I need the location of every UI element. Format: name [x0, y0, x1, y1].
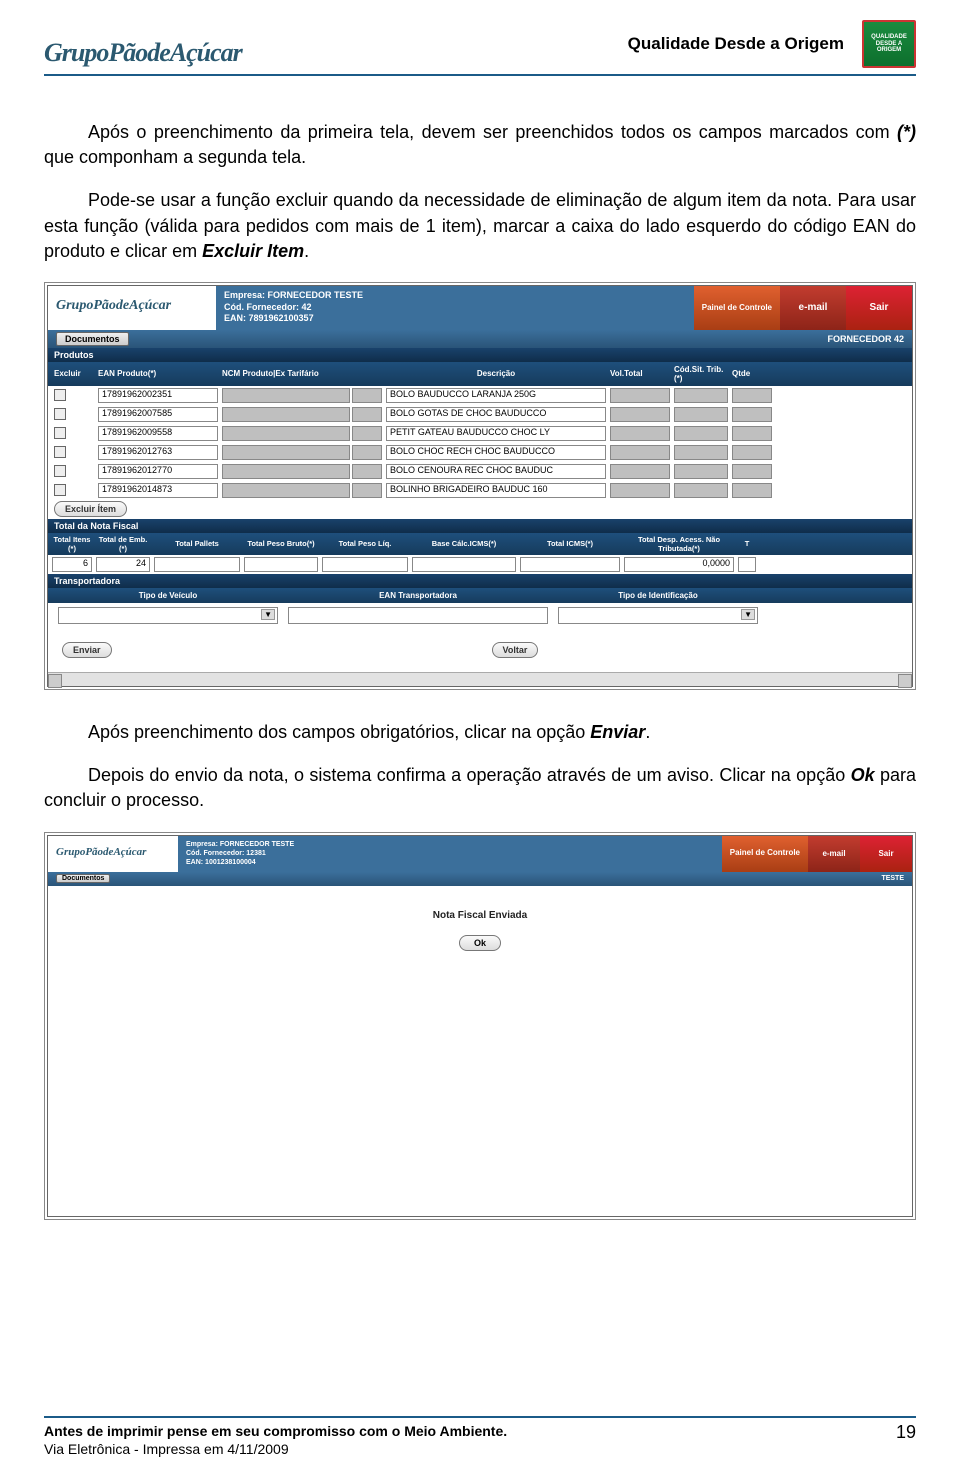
footer-line1: Antes de imprimir pense em seu compromis… [44, 1422, 507, 1440]
excluir-checkbox[interactable] [54, 427, 66, 439]
total-desp-field[interactable]: 0,0000 [624, 557, 734, 572]
excluir-item-button[interactable]: Excluir Ítem [54, 501, 127, 517]
footer-line2: Via Eletrônica - Impressa em 4/11/2009 [44, 1440, 507, 1458]
desc-field[interactable]: BOLO CENOURA REC CHOC BAUDUC [386, 464, 606, 479]
email-button[interactable]: e-mail [780, 286, 846, 330]
excluir-checkbox[interactable] [54, 389, 66, 401]
desc-field[interactable]: BOLINHO BRIGADEIRO BAUDUC 160 [386, 483, 606, 498]
excluir-checkbox[interactable] [54, 446, 66, 458]
email-button[interactable]: e-mail [808, 836, 860, 872]
quality-badge: QUALIDADE DESDE A ORIGEM [862, 20, 916, 68]
band-total: Total da Nota Fiscal [48, 519, 912, 533]
excluir-checkbox[interactable] [54, 408, 66, 420]
ean-field[interactable]: 17891962014873 [98, 483, 218, 498]
documentos-button[interactable]: Documentos [56, 874, 110, 883]
page-number: 19 [896, 1422, 916, 1458]
page-title: Qualidade Desde a Origem [628, 34, 844, 54]
painel-button[interactable]: Painel de Controle [694, 286, 780, 330]
ean-field[interactable]: 17891962012763 [98, 445, 218, 460]
total-emb-field[interactable]: 24 [96, 557, 150, 572]
sair-button[interactable]: Sair [860, 836, 912, 872]
desc-field[interactable]: PETIT GATEAU BAUDUCCO CHOC LY [386, 426, 606, 441]
tipo-ident-select[interactable] [558, 607, 758, 624]
screenshot-produtos: GrupoPãodeAçúcar Empresa: FORNECEDOR TES… [44, 282, 916, 690]
fornecedor-label: FORNECEDOR 42 [827, 334, 904, 344]
app-info: Empresa: FORNECEDOR TESTE Cód. Fornecedo… [216, 286, 694, 330]
paragraph-4: Depois do envio da nota, o sistema confi… [44, 763, 916, 813]
excluir-checkbox[interactable] [54, 484, 66, 496]
table-row: 17891962012770 BOLO CENOURA REC CHOC BAU… [48, 462, 912, 481]
paragraph-2: Pode-se usar a função excluir quando da … [44, 188, 916, 264]
desc-field[interactable]: BOLO CHOC RECH CHOC BAUDUCCO [386, 445, 606, 460]
table-row: 17891962012763 BOLO CHOC RECH CHOC BAUDU… [48, 443, 912, 462]
desc-field[interactable]: BOLO BAUDUCCO LARANJA 250G [386, 388, 606, 403]
total-itens-field[interactable]: 6 [52, 557, 92, 572]
paragraph-1: Após o preenchimento da primeira tela, d… [44, 120, 916, 170]
band-transportadora: Transportadora [48, 574, 912, 588]
documentos-button[interactable]: Documentos [56, 332, 129, 346]
table-row: 17891962002351 BOLO BAUDUCCO LARANJA 250… [48, 386, 912, 405]
screenshot-confirmacao: GrupoPãodeAçúcar Empresa: FORNECEDOR TES… [44, 832, 916, 1220]
sair-button[interactable]: Sair [846, 286, 912, 330]
ean-field[interactable]: 17891962009558 [98, 426, 218, 441]
paragraph-3: Após preenchimento dos campos obrigatóri… [44, 720, 916, 745]
desc-field[interactable]: BOLO GOTAS DE CHOC BAUDUCCO [386, 407, 606, 422]
horizontal-scrollbar[interactable] [48, 672, 912, 686]
transportadora-header: Tipo de Veículo EAN Transportadora Tipo … [48, 588, 912, 603]
transportadora-row [48, 603, 912, 628]
tipo-veiculo-select[interactable] [58, 607, 278, 624]
produtos-header: Excluir EAN Produto(*) NCM Produto|Ex Ta… [48, 362, 912, 386]
nota-enviada-label: Nota Fiscal Enviada [433, 910, 527, 921]
table-row: 17891962009558 PETIT GATEAU BAUDUCCO CHO… [48, 424, 912, 443]
app-logo: GrupoPãodeAçúcar [48, 836, 178, 872]
ean-field[interactable]: 17891962012770 [98, 464, 218, 479]
table-row: 17891962014873 BOLINHO BRIGADEIRO BAUDUC… [48, 481, 912, 500]
page-footer: Antes de imprimir pense em seu compromis… [44, 1416, 916, 1458]
voltar-button[interactable]: Voltar [492, 642, 539, 658]
totais-header: Total Itens (*) Total de Emb.(*) Total P… [48, 533, 912, 555]
painel-button[interactable]: Painel de Controle [722, 836, 808, 872]
ean-transportadora-field[interactable] [288, 607, 548, 624]
app-logo: GrupoPãodeAçúcar [48, 286, 216, 330]
table-row: 17891962007585 BOLO GOTAS DE CHOC BAUDUC… [48, 405, 912, 424]
ean-field[interactable]: 17891962007585 [98, 407, 218, 422]
brand-logo: GrupoPãodeAçúcar [44, 38, 242, 68]
ean-field[interactable]: 17891962002351 [98, 388, 218, 403]
totais-row: 6 24 0,0000 [48, 555, 912, 574]
fornecedor-label: TESTE [881, 875, 904, 882]
excluir-checkbox[interactable] [54, 465, 66, 477]
enviar-button[interactable]: Enviar [62, 642, 112, 658]
app-info: Empresa: FORNECEDOR TESTE Cód. Fornecedo… [178, 836, 722, 872]
band-produtos: Produtos [48, 348, 912, 362]
ok-button[interactable]: Ok [459, 935, 501, 951]
